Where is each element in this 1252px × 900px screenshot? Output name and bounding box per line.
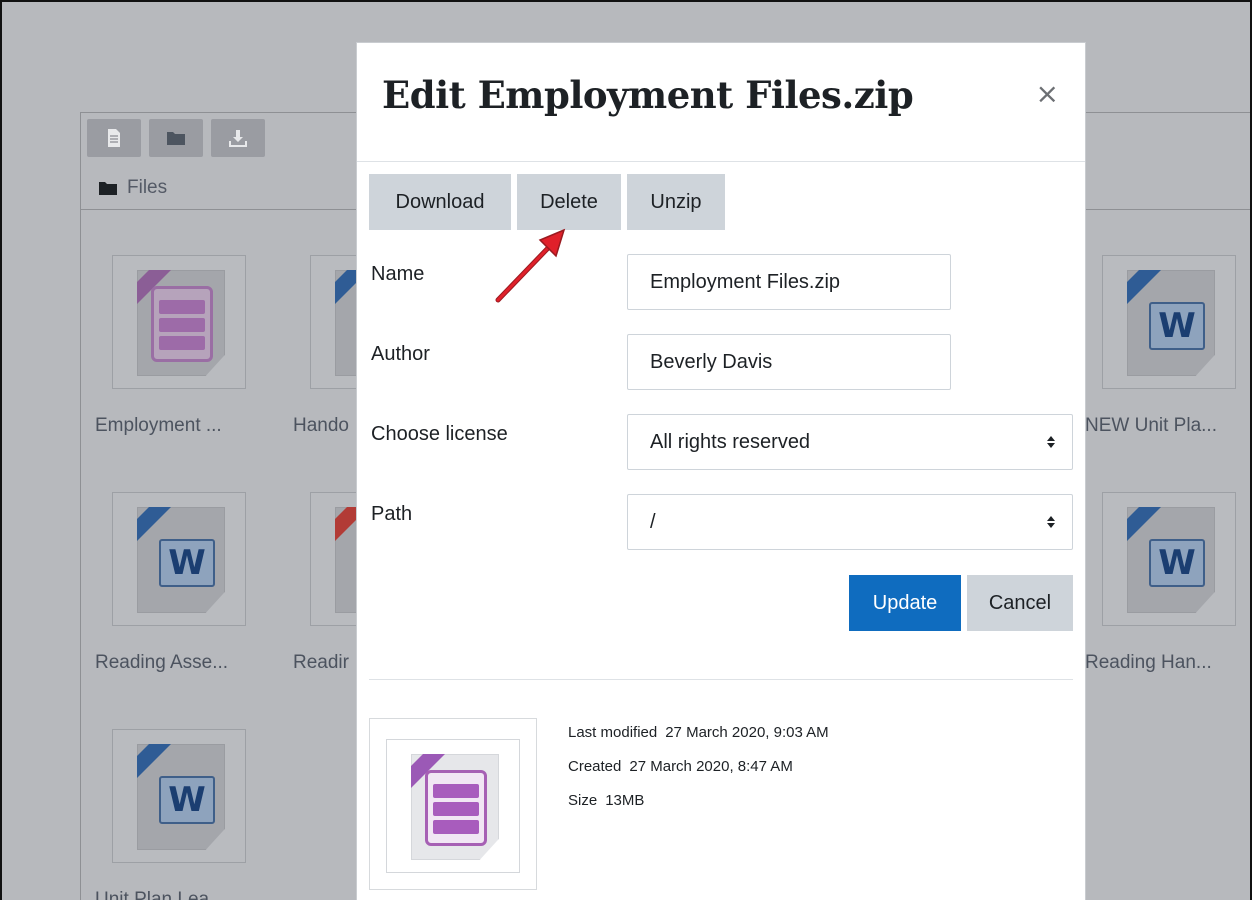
add-file-button[interactable] — [87, 119, 141, 157]
file-actions: Download Delete Unzip — [369, 174, 725, 230]
name-field[interactable]: Employment Files.zip — [627, 254, 951, 310]
delete-button[interactable]: Delete — [517, 174, 621, 230]
download-icon — [229, 130, 247, 147]
file-tile[interactable]: W Unit Plan Lea — [82, 729, 246, 900]
annotation-arrow-icon — [495, 228, 566, 303]
file-tile[interactable]: Employment ... — [82, 255, 246, 437]
sort-caret-icon — [1047, 436, 1055, 448]
file-thumbnail: W — [112, 729, 246, 863]
file-manager-toolbar — [87, 119, 265, 157]
file-name: NEW Unit Pla... — [1085, 415, 1217, 436]
created-value: 27 March 2020, 8:47 AM — [629, 758, 793, 775]
update-button[interactable]: Update — [849, 575, 961, 631]
unzip-button[interactable]: Unzip — [627, 174, 725, 230]
last-modified-value: 27 March 2020, 9:03 AM — [665, 724, 829, 741]
create-folder-button[interactable] — [149, 119, 203, 157]
screenshot-frame: Files Employment ... Hando W NEW Unit Pl… — [0, 0, 1252, 900]
sort-caret-icon — [1047, 516, 1055, 528]
file-tile[interactable]: W Reading Asse... — [82, 492, 246, 674]
file-thumbnail — [112, 255, 246, 389]
size-info: Size 13MB — [568, 792, 644, 809]
size-label: Size — [568, 792, 598, 809]
word-file-icon: W — [129, 740, 229, 852]
folder-icon — [167, 132, 185, 145]
cancel-button[interactable]: Cancel — [967, 575, 1073, 631]
dialog-title: Edit Employment Files.zip — [382, 73, 914, 117]
license-selected-value: All rights reserved — [650, 430, 811, 453]
created-label: Created — [568, 758, 622, 775]
file-name: Reading Asse... — [95, 652, 229, 673]
author-field[interactable]: Beverly Davis — [627, 334, 951, 390]
file-tile[interactable]: W NEW Unit Pla... — [1072, 255, 1236, 437]
breadcrumb: Files — [99, 177, 167, 199]
last-modified-info: Last modified 27 March 2020, 9:03 AM — [568, 724, 829, 741]
word-file-icon: W — [129, 503, 229, 615]
path-label: Path — [371, 503, 413, 525]
close-icon[interactable]: × — [1036, 77, 1059, 110]
created-info: Created 27 March 2020, 8:47 AM — [568, 758, 793, 775]
path-select[interactable]: / — [627, 494, 1073, 550]
file-name: Unit Plan Lea — [95, 889, 210, 900]
file-thumbnail: W — [112, 492, 246, 626]
download-all-button[interactable] — [211, 119, 265, 157]
word-file-icon: W — [1119, 503, 1219, 615]
file-thumbnail: W — [1102, 492, 1236, 626]
file-tile[interactable]: W Reading Han... — [1072, 492, 1236, 674]
file-name: Employment ... — [95, 415, 222, 436]
zip-file-icon — [403, 750, 503, 862]
folder-icon — [99, 182, 117, 195]
size-value: 13MB — [605, 792, 645, 809]
file-icon — [108, 129, 120, 147]
license-label: Choose license — [371, 423, 508, 445]
file-preview — [369, 718, 537, 890]
path-selected-value: / — [650, 510, 656, 533]
name-label: Name — [371, 263, 425, 285]
breadcrumb-files[interactable]: Files — [127, 177, 167, 199]
word-file-icon: W — [1119, 266, 1219, 378]
file-thumbnail: W — [1102, 255, 1236, 389]
zip-file-icon — [129, 266, 229, 378]
divider — [369, 679, 1073, 680]
license-select[interactable]: All rights reserved — [627, 414, 1073, 470]
dialog-header: Edit Employment Files.zip × — [357, 43, 1085, 162]
file-preview-thumbnail — [386, 739, 520, 873]
edit-file-dialog: Edit Employment Files.zip × Download Del… — [356, 42, 1086, 900]
file-name: Reading Han... — [1085, 652, 1212, 673]
last-modified-label: Last modified — [568, 724, 658, 741]
author-label: Author — [371, 343, 430, 365]
download-button[interactable]: Download — [369, 174, 511, 230]
